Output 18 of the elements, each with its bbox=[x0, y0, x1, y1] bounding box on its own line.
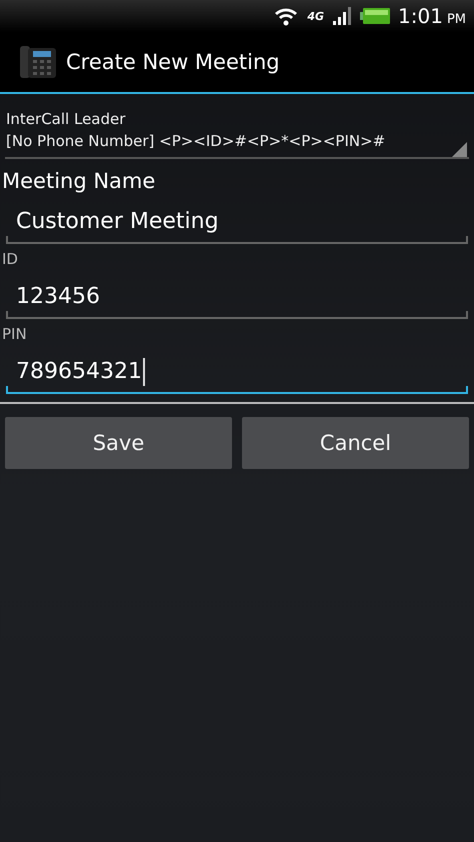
signal-icon bbox=[332, 7, 352, 25]
dropdown-value: [No Phone Number] <P><ID>#<P>*<P><PIN># bbox=[6, 131, 386, 152]
leader-dropdown[interactable]: InterCall Leader [No Phone Number] <P><ID>#<P>*<P><PIN># bbox=[5, 100, 469, 159]
screen-title: Create New Meeting bbox=[66, 50, 280, 74]
dropdown-title: InterCall Leader bbox=[6, 109, 126, 130]
field-label: Meeting Name bbox=[1, 168, 156, 193]
input-field[interactable]: Customer Meeting bbox=[6, 199, 468, 244]
network-type: 4G bbox=[307, 10, 324, 22]
battery-icon bbox=[360, 8, 390, 24]
action-button[interactable]: Cancel bbox=[242, 417, 469, 469]
input-field[interactable]: 789654321 bbox=[6, 349, 468, 394]
action-button[interactable]: Save bbox=[5, 417, 232, 469]
field-label: PIN bbox=[1, 324, 28, 343]
dropdown-corner-icon bbox=[452, 142, 467, 157]
field-label: ID bbox=[1, 249, 19, 268]
input-field[interactable]: 123456 bbox=[6, 274, 468, 319]
desk-phone-icon bbox=[20, 44, 56, 80]
clock-time: 1:01 PM bbox=[398, 4, 466, 28]
